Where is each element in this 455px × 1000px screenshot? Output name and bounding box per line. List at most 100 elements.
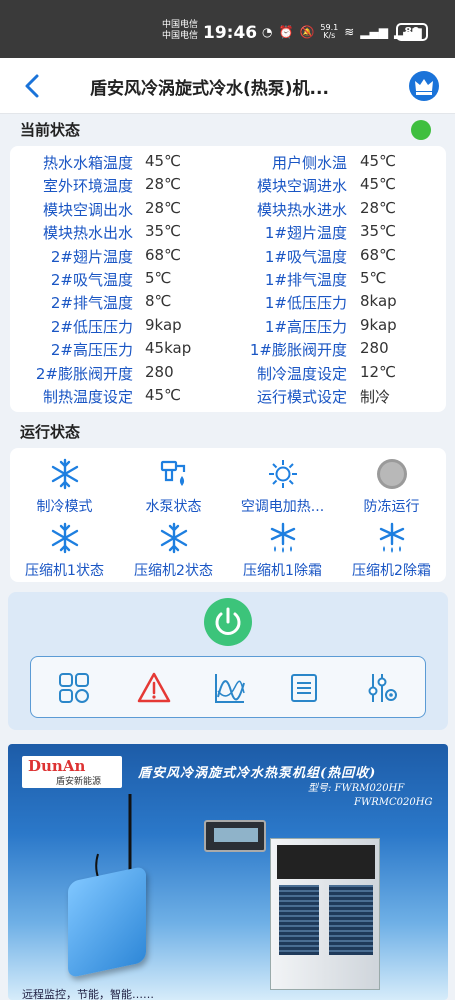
status-row: 模块热水出水 35℃ 1#翅片温度 35℃ bbox=[10, 222, 446, 245]
status-label: 2#翅片温度 bbox=[50, 247, 133, 266]
system-status-bar: 中国电信 中国电信 19:46 ◔ ⏰ 🔕 59.1 K/s ≋ ▂▄▆ ▂▄▆… bbox=[0, 0, 455, 58]
alarm-warning-icon[interactable] bbox=[137, 671, 171, 705]
run-status-item: 压缩机2状态 bbox=[119, 522, 228, 580]
grid-menu-icon[interactable] bbox=[57, 671, 91, 705]
snowflake-icon bbox=[49, 458, 81, 490]
power-icon bbox=[215, 607, 241, 635]
settings-sliders-icon[interactable] bbox=[365, 671, 399, 705]
run-status-label: 压缩机2状态 bbox=[134, 563, 213, 579]
status-label: 用户侧水温 bbox=[271, 154, 347, 172]
status-row: 室外环境温度 28℃ 模块空调进水 45℃ bbox=[10, 175, 446, 198]
status-label: 室外环境温度 bbox=[42, 177, 133, 196]
run-status-label: 防冻运行 bbox=[363, 499, 420, 515]
brand-logo-en: DunAn bbox=[28, 757, 86, 775]
status-value: 45℃ bbox=[145, 152, 181, 170]
heat-pump-unit-image bbox=[270, 838, 380, 990]
status-label: 热水水箱温度 bbox=[42, 154, 133, 172]
status-label: 2#低压压力 bbox=[50, 317, 133, 336]
status-label: 制热温度设定 bbox=[42, 388, 133, 406]
status-label: 2#排气温度 bbox=[50, 294, 133, 313]
status-value: 45℃ bbox=[145, 386, 181, 404]
status-value: 9kap bbox=[360, 315, 397, 334]
status-value: 68℃ bbox=[145, 245, 181, 264]
page-title: 盾安风冷涡旋式冷水(热泵)机... bbox=[90, 79, 329, 99]
net-speed-unit: K/s bbox=[323, 31, 336, 40]
current-status-card: 热水水箱温度 45℃ 用户侧水温 45℃ 室外环境温度 28℃ 模块空调进水 45℃ 模块空调出… bbox=[10, 146, 446, 412]
back-arrow-icon[interactable] bbox=[20, 72, 46, 100]
status-row: 制热温度设定 45℃ 运行模式设定 制冷 bbox=[10, 386, 446, 409]
status-label: 1#高压压力 bbox=[264, 317, 347, 336]
status-value: 45℃ bbox=[360, 152, 396, 170]
sun-icon bbox=[267, 458, 299, 490]
current-status-heading: 当前状态 bbox=[20, 121, 81, 139]
crown-icon bbox=[415, 79, 433, 95]
carrier-1: 中国电信 bbox=[162, 20, 199, 30]
snowflake-icon bbox=[49, 522, 81, 554]
banner-title: 盾安风冷涡旋式冷水热泵机组(热回收) bbox=[138, 766, 377, 781]
status-label: 2#吸气温度 bbox=[50, 271, 133, 289]
status-label: 1#膨胀阀开度 bbox=[249, 341, 347, 360]
power-button[interactable] bbox=[204, 598, 252, 646]
status-label: 2#膨胀阀开度 bbox=[35, 364, 133, 383]
clock: 19:46 bbox=[203, 23, 258, 43]
antifreeze-icon bbox=[376, 458, 408, 490]
status-label: 制冷温度设定 bbox=[256, 364, 347, 383]
run-status-item: 压缩机1状态 bbox=[10, 522, 119, 580]
vip-crown-button[interactable] bbox=[409, 71, 439, 101]
status-value: 280 bbox=[145, 362, 174, 381]
status-value: 28℃ bbox=[145, 198, 181, 217]
controller-panel-image bbox=[204, 820, 266, 852]
water-pump-icon bbox=[158, 458, 190, 490]
status-value: 45℃ bbox=[360, 175, 396, 194]
product-banner[interactable]: DunAn 盾安新能源 盾安风冷涡旋式冷水热泵机组(热回收) 型号: FWRM0… bbox=[8, 744, 448, 1000]
gateway-device-image bbox=[68, 865, 146, 979]
run-status-label: 制冷模式 bbox=[36, 499, 93, 515]
status-row: 2#高压压力 45kap 1#膨胀阀开度 280 bbox=[10, 339, 446, 362]
banner-footer-text: 远程监控，节能，智能…… bbox=[22, 988, 154, 1000]
status-value: 35℃ bbox=[360, 222, 396, 241]
list-log-icon[interactable] bbox=[287, 671, 321, 705]
net-speed: 59.1 K/s bbox=[320, 24, 338, 40]
alarm-icon: ⏰ bbox=[278, 25, 294, 39]
run-status-item: 制冷模式 bbox=[10, 458, 119, 516]
status-value: 8kap bbox=[360, 292, 397, 311]
function-toolbar bbox=[30, 656, 426, 718]
app-header: 盾安风冷涡旋式冷水(热泵)机... bbox=[0, 58, 455, 114]
snowflake-icon bbox=[158, 522, 190, 554]
mute-icon: 🔕 bbox=[299, 25, 315, 39]
banner-model-2: FWRMC020HG bbox=[354, 797, 433, 808]
trend-chart-icon[interactable] bbox=[213, 671, 247, 705]
banner-model: 型号: FWRM020HF FWRMC020HG bbox=[308, 782, 432, 810]
status-value: 45kap bbox=[145, 339, 192, 358]
status-value: 12℃ bbox=[360, 362, 396, 381]
status-label: 1#低压压力 bbox=[264, 294, 347, 313]
status-row: 2#排气温度 8℃ 1#低压压力 8kap bbox=[10, 292, 446, 315]
status-label: 运行模式设定 bbox=[256, 388, 347, 406]
carrier-2: 中国电信 bbox=[162, 31, 199, 41]
status-label: 1#排气温度 bbox=[264, 271, 347, 289]
run-status-label: 压缩机1状态 bbox=[25, 563, 104, 579]
status-value: 9kap bbox=[145, 315, 182, 334]
brand-logo-cn: 盾安新能源 bbox=[56, 777, 102, 787]
status-row: 2#翅片温度 68℃ 1#吸气温度 68℃ bbox=[10, 246, 446, 269]
status-row: 2#低压压力 9kap 1#高压压力 9kap bbox=[10, 316, 446, 339]
status-row: 模块空调出水 28℃ 模块热水进水 28℃ bbox=[10, 199, 446, 222]
signal-5g-icon: ▂▄▆ bbox=[360, 25, 388, 39]
online-status-dot bbox=[411, 120, 431, 140]
run-status-label: 压缩机2除霜 bbox=[352, 563, 431, 579]
status-value: 28℃ bbox=[360, 198, 396, 217]
status-value: 280 bbox=[360, 339, 389, 358]
run-status-item: 防冻运行 bbox=[337, 458, 446, 516]
status-label: 1#翅片温度 bbox=[264, 224, 347, 243]
status-label: 模块热水出水 bbox=[42, 224, 133, 243]
status-value: 28℃ bbox=[145, 175, 181, 194]
run-status-item: 空调电加热... bbox=[228, 458, 337, 516]
status-label: 模块空调出水 bbox=[42, 200, 133, 219]
status-value: 8℃ bbox=[145, 292, 172, 311]
run-status-label: 压缩机1除霜 bbox=[243, 563, 322, 579]
battery-indicator: 80 bbox=[396, 23, 428, 41]
banner-model-1: 型号: FWRM020HF bbox=[308, 783, 405, 794]
status-value: 35℃ bbox=[145, 222, 181, 241]
status-label: 模块热水进水 bbox=[256, 200, 347, 219]
run-status-item: 压缩机2除霜 bbox=[337, 522, 446, 580]
